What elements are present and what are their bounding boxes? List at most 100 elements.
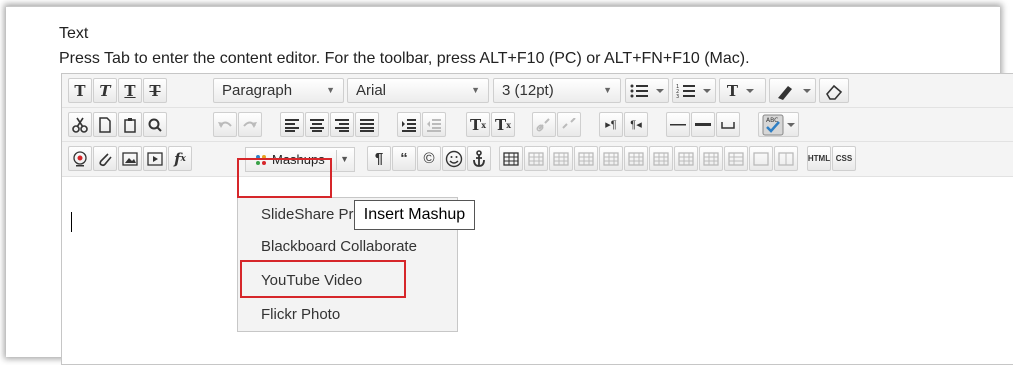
- spellcheck-icon: ABC: [762, 114, 795, 135]
- indent-button[interactable]: [397, 112, 421, 137]
- paragraph-format-value: Paragraph: [222, 82, 293, 99]
- math-editor-button[interactable]: fx: [168, 146, 192, 171]
- attach-file-button[interactable]: [93, 146, 117, 171]
- chevron-down-icon: ▼: [326, 85, 335, 95]
- youtube-highlight: [240, 260, 406, 298]
- rtl-button[interactable]: ¶◂: [624, 112, 648, 137]
- insert-row-after-button[interactable]: [599, 146, 623, 171]
- insert-col-before-button[interactable]: [649, 146, 673, 171]
- content-editor[interactable]: T T T T Paragraph ▼ Arial ▼ 3 (12pt) ▼ 1: [61, 73, 1013, 365]
- outdent-icon: [427, 118, 441, 132]
- horizontal-rule-icon: [670, 123, 686, 125]
- outdent-button[interactable]: [422, 112, 446, 137]
- font-family-value: Arial: [356, 82, 387, 99]
- unlink-button[interactable]: [557, 112, 581, 137]
- table-cell-props-button[interactable]: [549, 146, 573, 171]
- col-before-icon: [653, 151, 669, 166]
- delete-col-button[interactable]: [699, 146, 723, 171]
- record-button[interactable]: [68, 146, 92, 171]
- insert-table-button[interactable]: [499, 146, 523, 171]
- space-icon: [721, 121, 735, 129]
- delete-col-icon: [703, 151, 719, 166]
- paragraph-format-select[interactable]: Paragraph ▼: [213, 78, 344, 103]
- search-icon: [148, 118, 162, 132]
- redo-button[interactable]: [238, 112, 262, 137]
- chevron-down-icon[interactable]: ▼: [340, 154, 349, 164]
- merge-cells-button[interactable]: [749, 146, 773, 171]
- special-character-button[interactable]: ©: [417, 146, 441, 171]
- split-divider: [336, 150, 337, 170]
- nonbreaking-space-button[interactable]: [716, 112, 740, 137]
- table-row-props-button[interactable]: [524, 146, 548, 171]
- bullet-list-button[interactable]: [625, 78, 669, 103]
- strikethrough-button[interactable]: T: [143, 78, 167, 103]
- field-label: Text: [59, 25, 89, 42]
- copy-button[interactable]: [93, 112, 117, 137]
- anchor-button[interactable]: [467, 146, 491, 171]
- chevron-down-icon: [746, 88, 755, 93]
- merge-cells-icon: [753, 151, 769, 166]
- undo-button[interactable]: [213, 112, 237, 137]
- horizontal-rule-button[interactable]: [666, 112, 690, 137]
- toolbar-row-2: Tx Tx ▸¶ ¶◂ ABC: [62, 108, 1013, 142]
- insert-row-before-button[interactable]: [574, 146, 598, 171]
- cut-button[interactable]: [68, 112, 92, 137]
- insert-mashup-tooltip: Insert Mashup: [354, 200, 475, 230]
- italic-button[interactable]: T: [93, 78, 117, 103]
- superscript-glyph: T: [470, 115, 482, 134]
- editor-instructions: Press Tab to enter the content editor. F…: [59, 50, 750, 67]
- spellcheck-button[interactable]: ABC: [758, 112, 799, 137]
- webcam-icon: [73, 150, 87, 166]
- subscript-glyph: T: [495, 115, 507, 134]
- ltr-button[interactable]: ▸¶: [599, 112, 623, 137]
- split-cells-button[interactable]: [724, 146, 748, 171]
- align-left-button[interactable]: [280, 112, 304, 137]
- chevron-down-icon: ▼: [603, 85, 612, 95]
- align-center-button[interactable]: [305, 112, 329, 137]
- subscript-button[interactable]: Tx: [491, 112, 515, 137]
- col-after-icon: [678, 151, 694, 166]
- insert-image-button[interactable]: [118, 146, 142, 171]
- font-family-select[interactable]: Arial ▼: [347, 78, 489, 103]
- css-button[interactable]: CSS: [832, 146, 856, 171]
- bold-button[interactable]: T: [68, 78, 92, 103]
- paste-button[interactable]: [118, 112, 142, 137]
- insert-link-button[interactable]: [532, 112, 556, 137]
- emoticon-button[interactable]: [442, 146, 466, 171]
- menu-item-slideshare[interactable]: SlideShare Pr: [261, 206, 354, 223]
- numbered-list-icon: 1 2 3: [676, 84, 711, 99]
- clear-format-button[interactable]: [819, 78, 849, 103]
- html-source-button[interactable]: HTML: [807, 146, 831, 171]
- toggle-guidelines-button[interactable]: [774, 146, 798, 171]
- mashups-highlight: [237, 158, 332, 198]
- find-button[interactable]: [143, 112, 167, 137]
- image-icon: [122, 151, 138, 166]
- superscript-button[interactable]: Tx: [466, 112, 490, 137]
- insert-col-after-button[interactable]: [674, 146, 698, 171]
- align-right-button[interactable]: [330, 112, 354, 137]
- align-right-icon: [335, 118, 349, 132]
- align-justify-button[interactable]: [355, 112, 379, 137]
- insert-media-button[interactable]: [143, 146, 167, 171]
- align-left-icon: [285, 118, 299, 132]
- menu-item-flickr-photo[interactable]: Flickr Photo: [261, 306, 340, 323]
- underline-button[interactable]: T: [118, 78, 142, 103]
- delete-row-button[interactable]: [624, 146, 648, 171]
- thick-rule-button[interactable]: [691, 112, 715, 137]
- clipboard-icon: [124, 117, 136, 133]
- menu-item-blackboard-collaborate[interactable]: Blackboard Collaborate: [261, 238, 417, 255]
- paragraph-mark-button[interactable]: ¶: [367, 146, 391, 171]
- font-size-select[interactable]: 3 (12pt) ▼: [493, 78, 621, 103]
- highlight-color-button[interactable]: [769, 78, 816, 103]
- numbered-list-button[interactable]: 1 2 3: [672, 78, 716, 103]
- toolbar-row-1: T T T T Paragraph ▼ Arial ▼ 3 (12pt) ▼ 1: [62, 74, 1013, 108]
- scissors-icon: [72, 117, 88, 133]
- split-cells-icon: [728, 151, 744, 166]
- undo-icon: [218, 121, 232, 128]
- chevron-down-icon: ▼: [471, 85, 480, 95]
- toolbar-row-3: fx Mashups ▼ ¶ “ © HTML CSS: [62, 142, 1013, 177]
- svg-text:3: 3: [676, 94, 679, 99]
- thick-rule-icon: [695, 122, 711, 126]
- blockquote-button[interactable]: “: [392, 146, 416, 171]
- text-color-button[interactable]: T: [719, 78, 766, 103]
